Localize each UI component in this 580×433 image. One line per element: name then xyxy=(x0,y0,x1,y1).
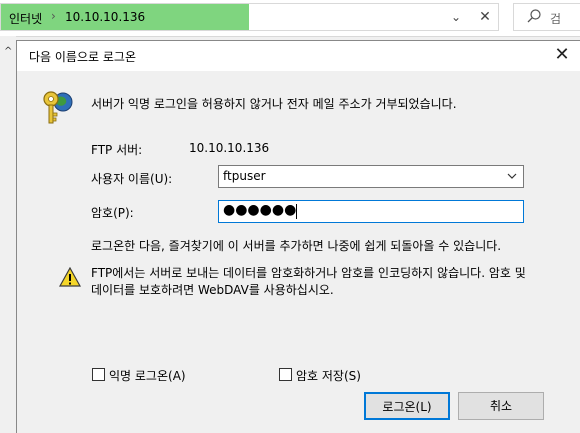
login-button[interactable]: 로그온(L) xyxy=(364,392,450,420)
cancel-button[interactable]: 취소 xyxy=(458,392,544,420)
save-password-checkbox[interactable] xyxy=(279,368,292,381)
username-combobox[interactable]: ftpuser xyxy=(218,165,524,188)
explorer-address-bar: 인터넷 › 10.10.10.136 ⌄ ✕ 검 xyxy=(0,0,580,37)
address-root[interactable]: 인터넷 xyxy=(9,10,42,27)
search-input[interactable]: 검 xyxy=(513,3,580,31)
search-placeholder: 검 xyxy=(550,12,562,26)
close-icon[interactable]: ✕ xyxy=(471,4,499,30)
anonymous-login-label[interactable]: 익명 로그온(A) xyxy=(109,367,186,384)
dialog-titlebar: 다음 이름으로 로그온 ✕ xyxy=(17,41,580,71)
ftp-server-value: 10.10.10.136 xyxy=(189,141,270,155)
info-text: 로그온한 다음, 즐겨찾기에 이 서버를 추가하면 나중에 쉽게 되돌아올 수 … xyxy=(91,239,502,253)
save-password-label[interactable]: 암호 저장(S) xyxy=(296,367,361,384)
ftp-server-label: FTP 서버: xyxy=(91,143,143,157)
chevron-down-icon[interactable]: ⌄ xyxy=(441,4,471,30)
login-dialog: 다음 이름으로 로그온 ✕ 서버가 익명 로그인을 허용하지 않거나 전자 메일… xyxy=(16,40,580,433)
username-label: 사용자 이름(U): xyxy=(91,172,173,186)
password-label: 암호(P): xyxy=(91,206,134,220)
address-ip[interactable]: 10.10.10.136 xyxy=(65,10,145,24)
password-dots: ●●●●●● xyxy=(223,202,297,218)
username-value[interactable]: ftpuser xyxy=(223,169,266,183)
warning-line-2: 데이터를 보호하려면 WebDAV를 사용하십시오. xyxy=(91,283,334,297)
chevron-down-icon[interactable] xyxy=(505,168,519,184)
address-box[interactable]: 인터넷 › 10.10.10.136 ⌄ ✕ xyxy=(0,3,499,31)
warning-line-1: FTP에서는 서버로 보내는 데이터를 암호화하거나 암호를 인코딩하지 않습니… xyxy=(91,266,526,280)
chevron-right-icon: › xyxy=(51,9,56,23)
text-caret xyxy=(296,204,297,219)
warning-icon xyxy=(59,267,81,287)
dialog-title: 다음 이름으로 로그온 xyxy=(29,50,136,64)
anonymous-login-checkbox[interactable] xyxy=(92,368,105,381)
left-pane-strip: ^ xyxy=(0,36,16,433)
chevron-up-icon: ^ xyxy=(4,46,13,57)
warning-text: FTP에서는 서버로 보내는 데이터를 암호화하거나 암호를 인코딩하지 않습니… xyxy=(91,265,526,299)
dialog-message: 서버가 익명 로그인을 허용하지 않거나 전자 메일 주소가 거부되었습니다. xyxy=(91,97,457,111)
key-globe-icon xyxy=(43,91,73,124)
password-field[interactable]: ●●●●●● xyxy=(218,200,524,223)
search-icon xyxy=(527,9,541,23)
dialog-close-icon[interactable]: ✕ xyxy=(550,43,574,67)
